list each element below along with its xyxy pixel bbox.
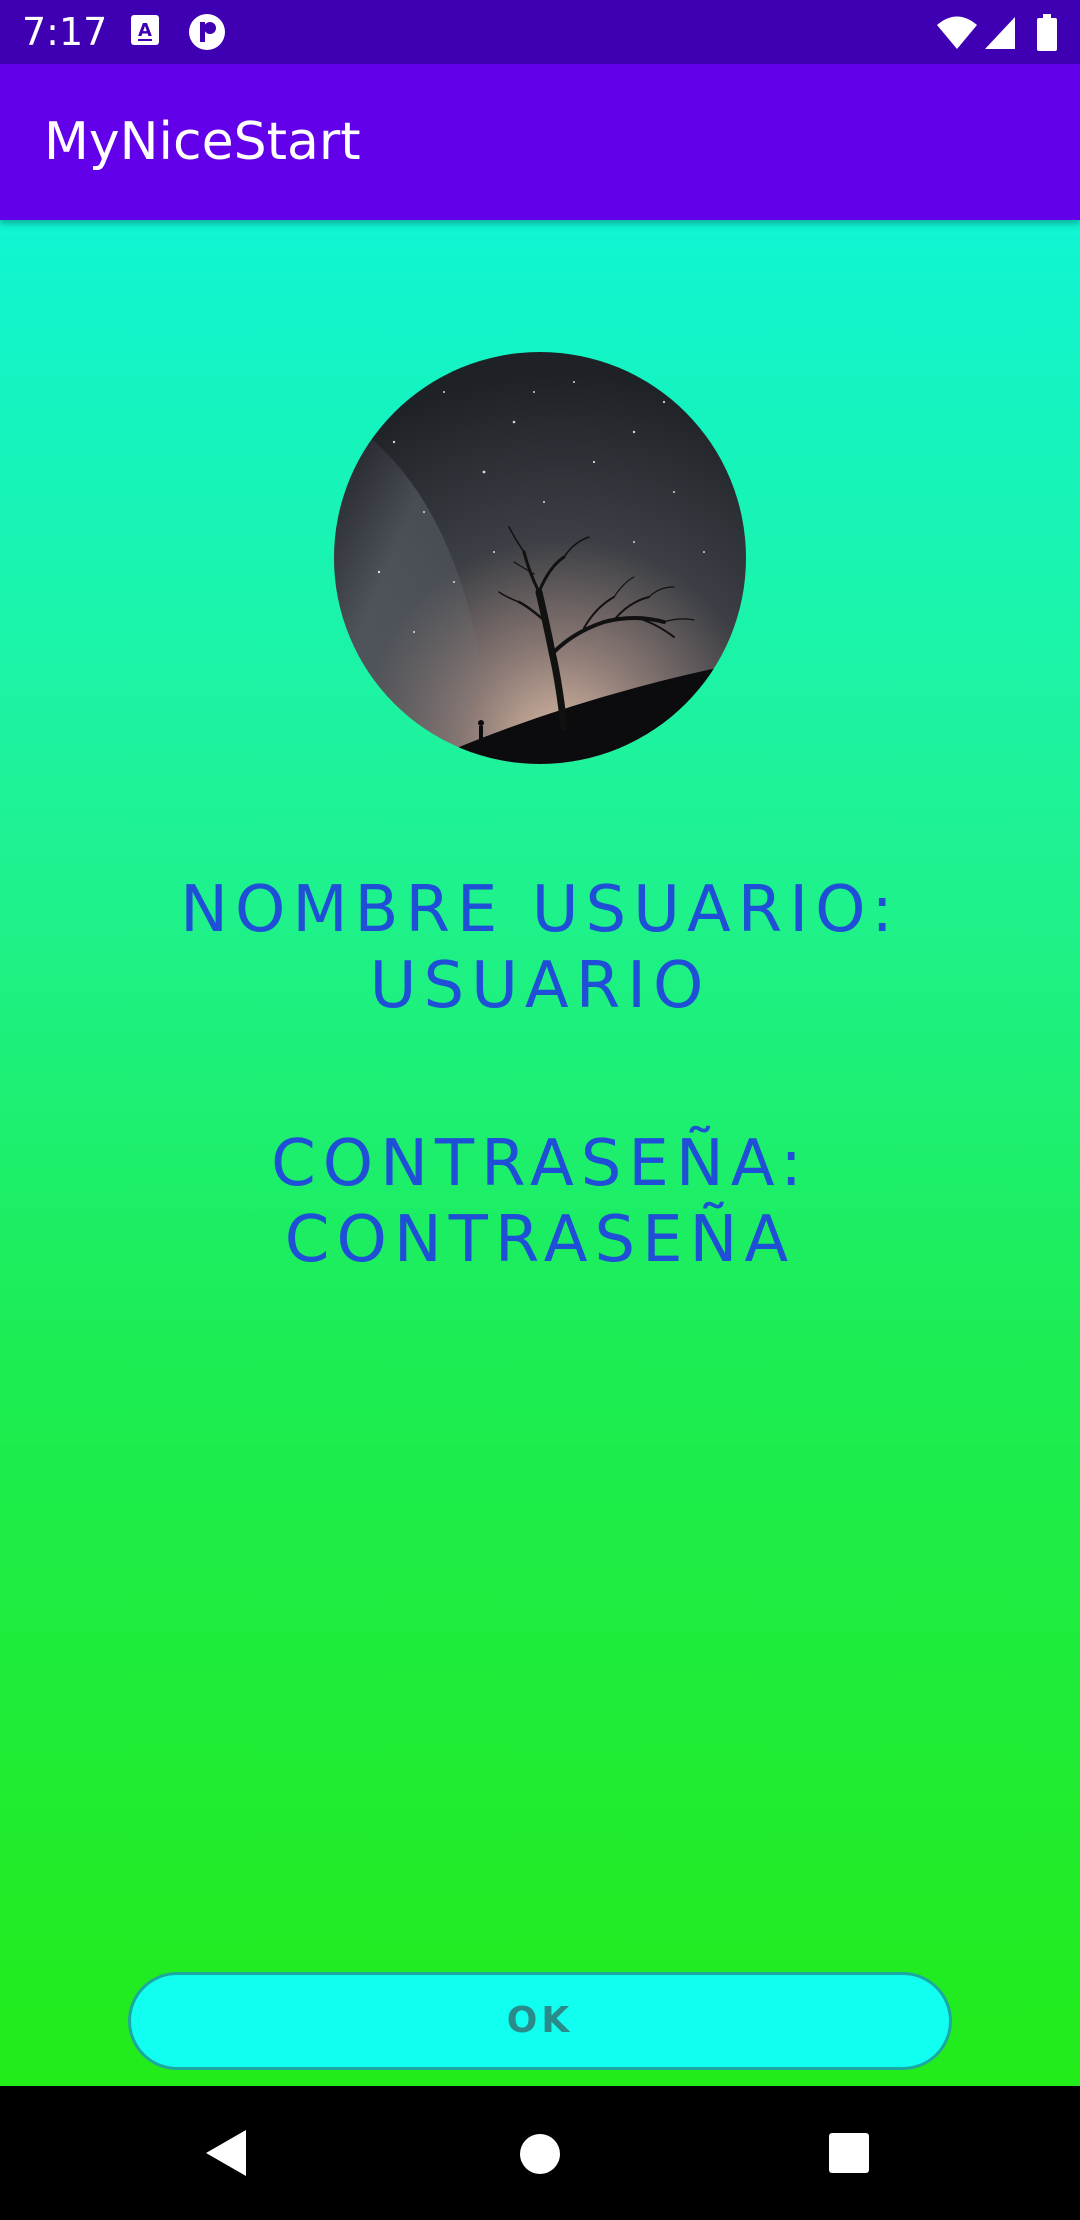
status-bar: 7:17 A (0, 0, 1080, 64)
wifi-icon (937, 16, 977, 49)
password-value: CONTRASEÑA (284, 1203, 796, 1277)
password-display: CONTRASEÑA: CONTRASEÑA (0, 1126, 1080, 1278)
main-content: NOMBRE USUARIO: USUARIO CONTRASEÑA: CONT… (0, 220, 1080, 2086)
screen: 7:17 A MyNiceStart NOMBRE USUARIO: USUAR… (0, 0, 1080, 2220)
password-label: CONTRASEÑA: (271, 1127, 809, 1201)
app-title: MyNiceStart (44, 112, 361, 172)
navigation-bar (0, 2086, 1080, 2220)
home-icon[interactable] (518, 2132, 562, 2176)
username-value: USUARIO (369, 949, 711, 1023)
username-label: NOMBRE USUARIO: (180, 873, 900, 947)
back-icon[interactable] (204, 2128, 248, 2178)
a-notification-icon: A (131, 15, 159, 45)
battery-icon (1037, 14, 1057, 51)
ok-button[interactable]: OK (128, 1972, 952, 2070)
recents-icon[interactable] (828, 2132, 870, 2174)
avatar-image (334, 352, 746, 764)
signal-icon (985, 17, 1015, 49)
username-display: NOMBRE USUARIO: USUARIO (0, 872, 1080, 1024)
app-bar: MyNiceStart (0, 64, 1080, 220)
p-notification-icon (189, 14, 225, 50)
status-time: 7:17 (22, 10, 108, 54)
svg-text:A: A (138, 20, 152, 41)
